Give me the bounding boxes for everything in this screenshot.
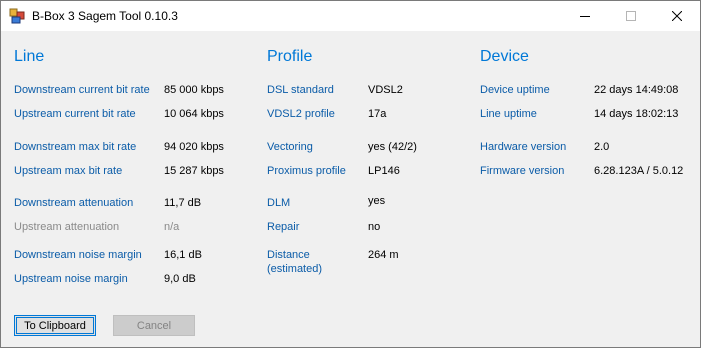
- repair-label: Repair: [267, 221, 300, 233]
- line-uptime-value: 14 days 18:02:13: [594, 108, 679, 120]
- downstream-max-bitrate-value: 94 020 kbps: [164, 141, 224, 153]
- title-bar[interactable]: B-Box 3 Sagem Tool 0.10.3: [1, 1, 700, 31]
- app-window: B-Box 3 Sagem Tool 0.10.3 Line Downstrea…: [0, 0, 701, 348]
- dsl-standard-label: DSL standard: [267, 84, 334, 96]
- device-uptime-label: Device uptime: [480, 84, 550, 96]
- line-heading: Line: [14, 48, 45, 65]
- vectoring-value: yes (42/2): [368, 141, 417, 153]
- vdsl2-profile-value: 17a: [368, 108, 387, 120]
- distance-label: Distance: [267, 249, 310, 261]
- downstream-noise-margin-label: Downstream noise margin: [14, 249, 142, 261]
- downstream-attenuation-value: 11,7 dB: [164, 197, 202, 209]
- to-clipboard-button[interactable]: To Clipboard: [14, 315, 96, 336]
- upstream-noise-margin-value: 9,0 dB: [164, 273, 196, 285]
- dsl-standard-value: VDSL2: [368, 84, 403, 96]
- upstream-current-bitrate-label: Upstream current bit rate: [14, 108, 136, 120]
- device-heading: Device: [480, 48, 529, 65]
- hardware-version-value: 2.0: [594, 141, 610, 153]
- minimize-icon: [580, 16, 590, 17]
- close-button[interactable]: [654, 1, 700, 31]
- upstream-attenuation-value: n/a: [164, 221, 180, 233]
- firmware-version-value: 6.28.123A / 5.0.12: [594, 165, 684, 177]
- cancel-button[interactable]: Cancel: [113, 315, 195, 336]
- upstream-attenuation-label: Upstream attenuation: [14, 221, 120, 233]
- downstream-noise-margin-value: 16,1 dB: [164, 249, 202, 261]
- device-uptime-value: 22 days 14:49:08: [594, 84, 679, 96]
- maximize-button[interactable]: [608, 1, 654, 31]
- downstream-max-bitrate-label: Downstream max bit rate: [14, 141, 137, 153]
- proximus-profile-label: Proximus profile: [267, 165, 346, 177]
- close-icon: [672, 11, 682, 21]
- upstream-noise-margin-label: Upstream noise margin: [14, 273, 128, 285]
- dlm-value: yes: [368, 195, 386, 207]
- hardware-version-label: Hardware version: [480, 141, 567, 153]
- minimize-button[interactable]: [562, 1, 608, 31]
- distance-estimated-label: (estimated): [267, 263, 323, 275]
- window-title: B-Box 3 Sagem Tool 0.10.3: [32, 9, 178, 23]
- downstream-current-bitrate-value: 85 000 kbps: [164, 84, 224, 96]
- profile-heading: Profile: [267, 48, 313, 65]
- vdsl2-profile-label: VDSL2 profile: [267, 108, 335, 120]
- downstream-current-bitrate-label: Downstream current bit rate: [14, 84, 150, 96]
- proximus-profile-value: LP146: [368, 165, 400, 177]
- app-icon: [9, 8, 25, 24]
- dlm-label: DLM: [267, 197, 291, 209]
- firmware-version-label: Firmware version: [480, 165, 565, 177]
- distance-value: 264 m: [368, 249, 399, 261]
- repair-value: no: [368, 221, 381, 233]
- maximize-icon: [626, 11, 636, 21]
- upstream-max-bitrate-value: 15 287 kbps: [164, 165, 224, 177]
- line-uptime-label: Line uptime: [480, 108, 537, 120]
- downstream-attenuation-label: Downstream attenuation: [14, 197, 134, 209]
- upstream-max-bitrate-label: Upstream max bit rate: [14, 165, 123, 177]
- vectoring-label: Vectoring: [267, 141, 313, 153]
- upstream-current-bitrate-value: 10 064 kbps: [164, 108, 224, 120]
